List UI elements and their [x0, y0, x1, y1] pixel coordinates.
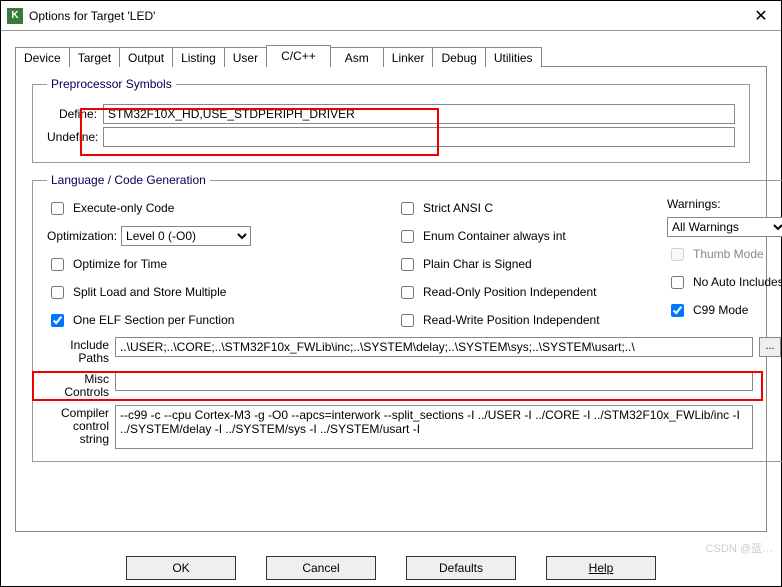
misc-controls-input[interactable] [115, 371, 753, 391]
language-col-1: Execute-only Code Optimization: Level 0 … [47, 197, 397, 331]
split-load-checkbox[interactable]: Split Load and Store Multiple [47, 281, 397, 303]
language-col-3: Warnings: All Warnings Thumb Mode No Aut… [667, 197, 782, 331]
split-load-input[interactable] [51, 286, 64, 299]
preprocessor-group: Preprocessor Symbols Define: Undefine: [32, 77, 750, 163]
tab-linker[interactable]: Linker [383, 47, 434, 67]
rw-pos-checkbox[interactable]: Read-Write Position Independent [397, 309, 667, 331]
language-col-2: Strict ANSI C Enum Container always int … [397, 197, 667, 331]
language-legend: Language / Code Generation [47, 173, 210, 187]
no-auto-includes-checkbox[interactable]: No Auto Includes [667, 271, 782, 293]
execute-only-code-checkbox[interactable]: Execute-only Code [47, 197, 397, 219]
tab-debug[interactable]: Debug [432, 47, 485, 67]
split-load-label: Split Load and Store Multiple [73, 285, 226, 299]
preprocessor-legend: Preprocessor Symbols [47, 77, 176, 91]
window-title: Options for Target 'LED' [29, 9, 155, 23]
c99-mode-checkbox[interactable]: C99 Mode [667, 299, 782, 321]
one-elf-label: One ELF Section per Function [73, 313, 234, 327]
include-paths-input[interactable] [115, 337, 753, 357]
undefine-input[interactable] [103, 127, 735, 147]
language-group: Language / Code Generation Execute-only … [32, 173, 782, 462]
tab-listing[interactable]: Listing [172, 47, 225, 67]
execute-only-code-input[interactable] [51, 202, 64, 215]
enum-container-checkbox[interactable]: Enum Container always int [397, 225, 667, 247]
include-paths-label: Include Paths [47, 337, 109, 365]
ro-pos-checkbox[interactable]: Read-Only Position Independent [397, 281, 667, 303]
c99-mode-input[interactable] [671, 304, 684, 317]
no-auto-includes-input[interactable] [671, 276, 684, 289]
rw-pos-label: Read-Write Position Independent [423, 313, 600, 327]
tab-asm[interactable]: Asm [330, 47, 384, 67]
thumb-mode-checkbox: Thumb Mode [667, 243, 782, 265]
compiler-control-string: --c99 -c --cpu Cortex-M3 -g -O0 --apcs=i… [115, 405, 753, 449]
c99-mode-label: C99 Mode [693, 303, 748, 317]
enum-container-label: Enum Container always int [423, 229, 566, 243]
watermark: CSDN @蓝… [706, 540, 773, 556]
tab-panel-c-cpp: Preprocessor Symbols Define: Undefine: L… [15, 66, 767, 532]
tab-utilities[interactable]: Utilities [485, 47, 542, 67]
one-elf-checkbox[interactable]: One ELF Section per Function [47, 309, 397, 331]
cancel-button[interactable]: Cancel [266, 556, 376, 580]
options-dialog: K Options for Target 'LED' ✕ Device Targ… [0, 0, 782, 587]
optimize-for-time-input[interactable] [51, 258, 64, 271]
one-elf-input[interactable] [51, 314, 64, 327]
undefine-label: Undefine: [47, 130, 103, 144]
ro-pos-label: Read-Only Position Independent [423, 285, 596, 299]
optimize-for-time-label: Optimize for Time [73, 257, 167, 271]
client-area: Device Target Output Listing User C/C++ … [1, 31, 781, 586]
strict-ansi-input[interactable] [401, 202, 414, 215]
defaults-button[interactable]: Defaults [406, 556, 516, 580]
close-icon[interactable]: ✕ [747, 6, 775, 26]
titlebar: K Options for Target 'LED' ✕ [1, 1, 781, 31]
plain-char-input[interactable] [401, 258, 414, 271]
optimization-select[interactable]: Level 0 (-O0) [121, 226, 251, 246]
define-input[interactable] [103, 104, 735, 124]
tab-bar: Device Target Output Listing User C/C++ … [15, 45, 767, 67]
tab-user[interactable]: User [224, 47, 267, 67]
thumb-mode-label: Thumb Mode [693, 247, 764, 261]
rw-pos-input[interactable] [401, 314, 414, 327]
define-label: Define: [47, 107, 103, 121]
strict-ansi-label: Strict ANSI C [423, 201, 493, 215]
warnings-label: Warnings: [667, 197, 782, 211]
no-auto-includes-label: No Auto Includes [693, 275, 782, 289]
thumb-mode-input [671, 248, 684, 261]
strict-ansi-checkbox[interactable]: Strict ANSI C [397, 197, 667, 219]
tab-c-cpp[interactable]: C/C++ [266, 45, 331, 67]
include-paths-browse-button[interactable]: ... [759, 337, 781, 357]
ok-button[interactable]: OK [126, 556, 236, 580]
optimize-for-time-checkbox[interactable]: Optimize for Time [47, 253, 397, 275]
plain-char-label: Plain Char is Signed [423, 257, 532, 271]
optimization-label: Optimization: [47, 229, 117, 243]
enum-container-input[interactable] [401, 230, 414, 243]
execute-only-code-label: Execute-only Code [73, 201, 174, 215]
help-button[interactable]: Help [546, 556, 656, 580]
tab-target[interactable]: Target [69, 47, 120, 67]
warnings-select[interactable]: All Warnings [667, 217, 782, 237]
misc-controls-label: Misc Controls [47, 371, 109, 399]
plain-char-checkbox[interactable]: Plain Char is Signed [397, 253, 667, 275]
app-icon: K [7, 8, 23, 24]
dialog-buttons: OK Cancel Defaults Help [1, 556, 781, 580]
compiler-control-string-label: Compiler control string [47, 405, 109, 446]
tab-output[interactable]: Output [119, 47, 173, 67]
tab-device[interactable]: Device [15, 47, 70, 67]
ro-pos-input[interactable] [401, 286, 414, 299]
